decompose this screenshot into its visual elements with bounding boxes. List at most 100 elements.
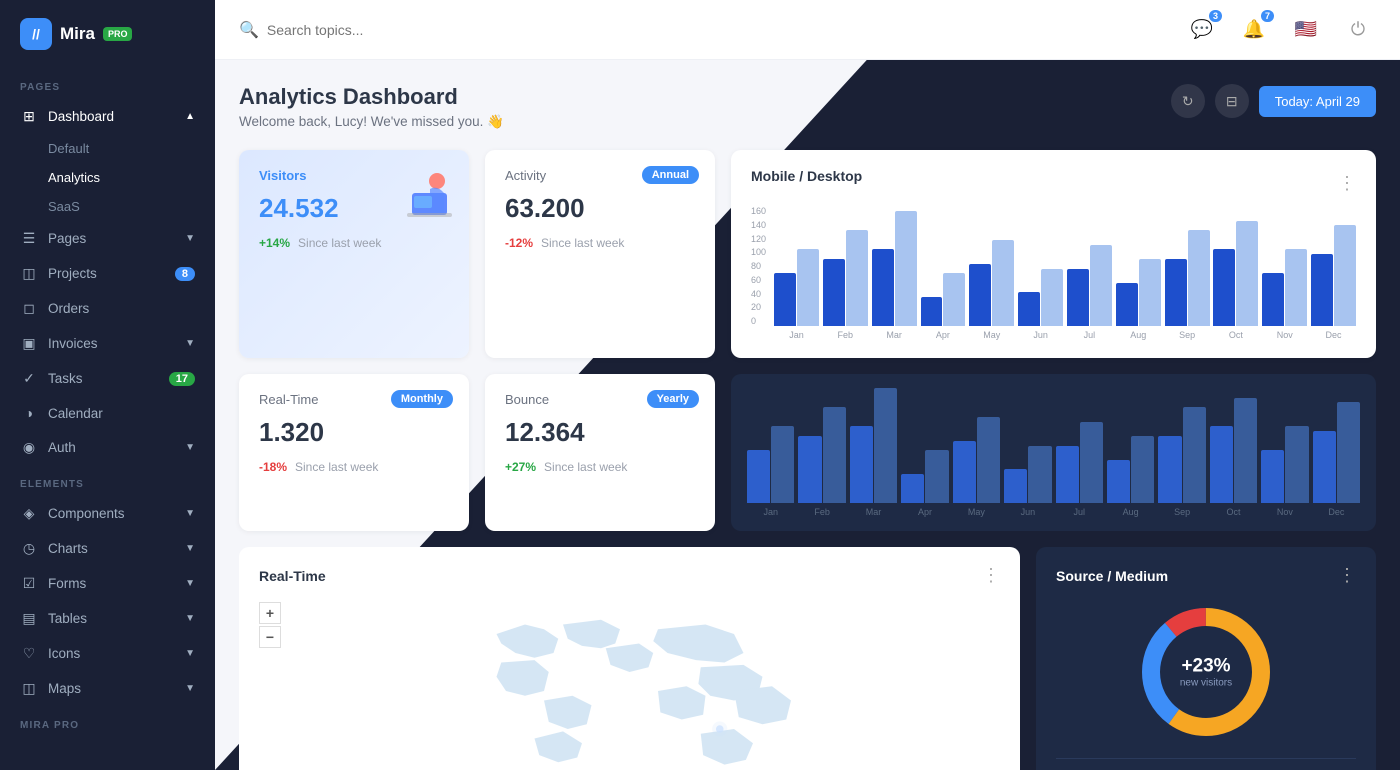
sidebar-item-orders[interactable]: ◻ Orders [0, 291, 215, 326]
sidebar-subitem-analytics[interactable]: Analytics [0, 163, 215, 192]
sidebar-item-projects[interactable]: ◫ Projects 8 [0, 256, 215, 291]
realtime-value: 1.320 [259, 417, 449, 448]
bar-dark [901, 474, 924, 503]
bar-label: Aug [1116, 330, 1161, 340]
realtime-badge: Monthly [391, 390, 453, 408]
maps-icon: ◫ [20, 680, 38, 697]
sidebar-item-maps[interactable]: ◫ Maps ▼ [0, 671, 215, 706]
power-button[interactable]: ⏻ [1340, 12, 1376, 48]
chevron-icon: ▼ [185, 613, 195, 624]
page-header: Analytics Dashboard Welcome back, Lucy! … [239, 84, 1376, 130]
chart-more-icon[interactable]: ⋮ [1338, 173, 1356, 194]
bar-group-nov [1262, 249, 1307, 326]
map-zoom-out[interactable]: − [259, 626, 281, 648]
source-rows: Social 200 Search Engines 125 -12% [1056, 758, 1356, 770]
bar-light [1183, 407, 1206, 503]
bar-label: Jan [774, 330, 819, 340]
stats-row-1: Visitors 24.532 +14% Since last week [239, 150, 1376, 358]
bar-group-mar [872, 211, 917, 326]
bar-light [1080, 422, 1103, 503]
activity-value: 63.200 [505, 193, 695, 224]
bar-dark [1056, 446, 1079, 504]
calendar-icon: ◑ [20, 405, 38, 421]
realtime-more-icon[interactable]: ⋮ [982, 565, 1000, 586]
mobile-chart-title: Mobile / Desktop [751, 168, 862, 184]
bar-dark [798, 436, 821, 503]
bar-chart-area: JanFebMarAprMayJunJulAugSepOctNovDec [774, 206, 1356, 340]
date-button[interactable]: Today: April 29 [1259, 86, 1376, 117]
dashboard-icon: ⊞ [20, 108, 38, 125]
donut-center: +23% new visitors [1180, 656, 1232, 689]
bar-dark [1210, 426, 1233, 503]
split-wrapper: Analytics Dashboard Welcome back, Lucy! … [215, 60, 1400, 770]
refresh-button[interactable]: ↻ [1171, 84, 1205, 118]
bar-group-sep [1165, 230, 1210, 326]
mobile-desktop-card: Mobile / Desktop ⋮ 160 140 120 100 80 60 [731, 150, 1376, 358]
mira-pro-section-label: MIRA PRO [0, 706, 215, 737]
components-label: Components [48, 506, 125, 521]
bounce-footer: +27% Since last week [505, 460, 695, 474]
bottom-row: Real-Time ⋮ + − [239, 547, 1376, 770]
bar-dark [1158, 436, 1181, 503]
sidebar-item-tasks[interactable]: ✓ Tasks 17 [0, 361, 215, 396]
tables-label: Tables [48, 611, 87, 626]
bounce-badge: Yearly [647, 390, 699, 408]
source-more-icon[interactable]: ⋮ [1338, 565, 1356, 586]
sidebar-item-calendar[interactable]: ◑ Calendar [0, 396, 215, 430]
bar-group-aug [1116, 259, 1161, 326]
bar-light [846, 230, 868, 326]
icons-icon: ♡ [20, 645, 38, 662]
filter-button[interactable]: ⊟ [1215, 84, 1249, 118]
sidebar-item-charts[interactable]: ◷ Charts ▼ [0, 531, 215, 566]
map-controls: + − [259, 602, 281, 648]
messages-button[interactable]: 💬 3 [1184, 12, 1220, 48]
bar-dark [1311, 254, 1333, 326]
sidebar-item-auth[interactable]: ◉ Auth ▼ [0, 430, 215, 465]
projects-label: Projects [48, 266, 97, 281]
chevron-icon: ▼ [185, 543, 195, 554]
bar-label: Jul [1056, 507, 1103, 517]
bar-dark [1213, 249, 1235, 326]
chevron-icon: ▼ [185, 648, 195, 659]
search-input[interactable] [267, 22, 487, 38]
bar-light [1334, 225, 1356, 326]
invoices-label: Invoices [48, 336, 98, 351]
bar-light [1090, 245, 1112, 326]
sidebar-item-icons[interactable]: ♡ Icons ▼ [0, 636, 215, 671]
flag-button[interactable]: 🇺🇸 [1288, 12, 1324, 48]
sidebar-item-forms[interactable]: ☑ Forms ▼ [0, 566, 215, 601]
dark-bar-group-dec [1313, 402, 1360, 503]
bar-light [797, 249, 819, 326]
bar-label: May [969, 330, 1014, 340]
donut-percent: +23% [1180, 656, 1232, 678]
visitors-change: +14% [259, 236, 290, 250]
sidebar-subitem-default[interactable]: Default [0, 134, 215, 163]
forms-icon: ☑ [20, 575, 38, 592]
dark-chart-card: JanFebMarAprMayJunJulAugSepOctNovDec [731, 374, 1376, 531]
sidebar-item-invoices[interactable]: ▣ Invoices ▼ [0, 326, 215, 361]
activity-card: Activity Annual 63.200 -12% Since last w… [485, 150, 715, 358]
notifications-button[interactable]: 🔔 7 [1236, 12, 1272, 48]
page-title: Analytics Dashboard [239, 84, 504, 110]
bar-dark [1313, 431, 1336, 503]
messages-badge: 3 [1209, 10, 1222, 22]
map-zoom-in[interactable]: + [259, 602, 281, 624]
logo-icon: // [20, 18, 52, 50]
sidebar-item-pages[interactable]: ☰ Pages ▼ [0, 221, 215, 256]
realtime-card: Real-Time Monthly 1.320 -18% Since last … [239, 374, 469, 531]
auth-icon: ◉ [20, 439, 38, 456]
activity-since: Since last week [541, 236, 624, 250]
bar-dark [969, 264, 991, 326]
bar-label: Apr [901, 507, 948, 517]
bar-group-jan [774, 249, 819, 326]
bar-label: Mar [872, 330, 917, 340]
activity-badge: Annual [642, 166, 699, 184]
sidebar-subitem-saas[interactable]: SaaS [0, 192, 215, 221]
sidebar-item-tables[interactable]: ▤ Tables ▼ [0, 601, 215, 636]
bar-light [1131, 436, 1154, 503]
content: Analytics Dashboard Welcome back, Lucy! … [215, 60, 1400, 770]
sidebar-item-components[interactable]: ◈ Components ▼ [0, 496, 215, 531]
dark-bar-group-aug [1107, 436, 1154, 503]
sidebar-item-dashboard[interactable]: ⊞ Dashboard ▲ [0, 99, 215, 134]
invoices-icon: ▣ [20, 335, 38, 352]
